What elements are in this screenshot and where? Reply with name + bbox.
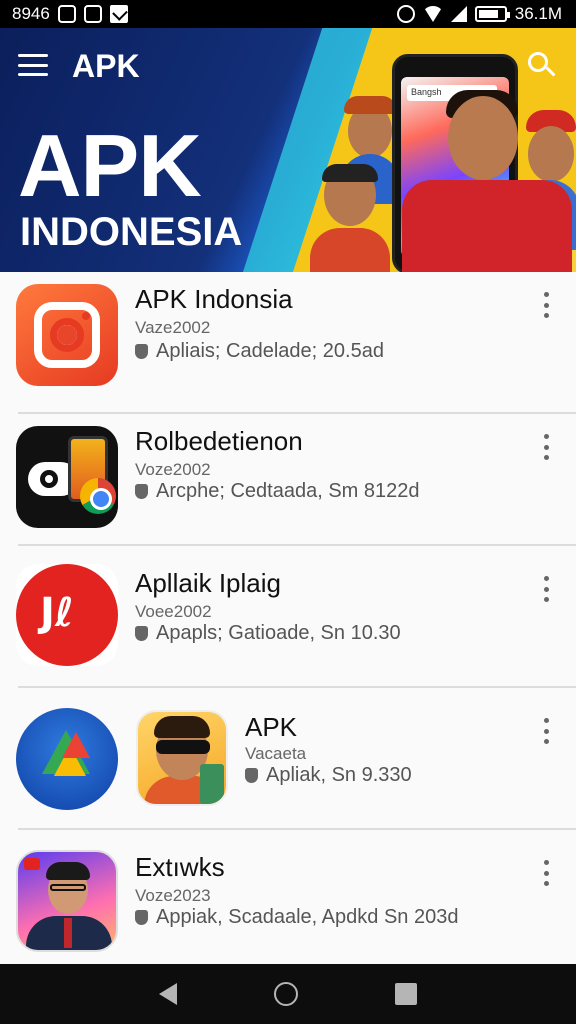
signal-icon <box>450 6 467 22</box>
app-list: APK Indonsia Vaze2002 Apliais; Cadelade;… <box>0 272 576 964</box>
app-meta: Appiak, Scadaale, Apdkd Sn 203d <box>135 906 458 929</box>
status-left: 8946 <box>12 4 128 24</box>
mail-icon <box>109 5 128 23</box>
app-meta: Apapls; Gatioade, Sn 10.30 <box>135 622 401 645</box>
status-right: 36.1M <box>396 4 562 24</box>
maps-app-icon[interactable] <box>16 708 118 810</box>
hero-title: APK <box>18 116 202 215</box>
app-meta-text: Appiak, Scadaale, Apdkd Sn 203d <box>156 906 459 928</box>
more-options-button[interactable] <box>538 576 554 602</box>
person-illustration <box>310 164 390 272</box>
status-bar: 8946 36.1M <box>0 0 576 28</box>
app-name: Rolbedetienon <box>135 426 303 456</box>
shield-icon <box>245 768 258 783</box>
news-app-icon[interactable] <box>16 850 118 952</box>
shield-icon <box>135 626 148 641</box>
hero-banner: APK APK INDONESIA Bangsh <box>0 28 576 272</box>
status-time: 8946 <box>12 4 50 23</box>
app-name: APK <box>245 712 298 742</box>
wifi-icon <box>422 6 443 22</box>
list-item[interactable]: Rolbedetienon Voze2002 Arcphe; Cedtaada,… <box>0 404 576 546</box>
hero-subtitle: INDONESIA <box>20 210 243 254</box>
list-item[interactable]: APK Indonsia Vaze2002 Apliais; Cadelade;… <box>0 272 576 414</box>
app-meta-text: Apapls; Gatioade, Sn 10.30 <box>156 622 401 644</box>
more-options-button[interactable] <box>538 434 554 460</box>
shield-icon <box>135 344 148 359</box>
person-illustration <box>402 88 572 272</box>
recent-apps-button[interactable] <box>395 983 418 1005</box>
home-button[interactable] <box>273 982 298 1006</box>
app-version: Vacaeta <box>245 744 307 763</box>
back-button[interactable] <box>158 983 177 1005</box>
app-meta-text: Apliais; Cadelade; 20.5ad <box>156 340 384 362</box>
app-version: Voee2002 <box>135 602 212 621</box>
app-name: Apllaik Iplaig <box>135 568 281 598</box>
more-options-button[interactable] <box>538 860 554 886</box>
app-meta-text: Arcphe; Cedtaada, Sm 8122d <box>156 480 420 502</box>
app-title: APK <box>72 48 140 84</box>
list-item[interactable]: Jℓ Apllaik Iplaig Voee2002 Apapls; Gatio… <box>0 546 576 688</box>
navigation-bar <box>0 964 576 1024</box>
app-meta: Apliais; Cadelade; 20.5ad <box>135 340 384 363</box>
face-app-icon[interactable] <box>136 710 228 806</box>
alarm-icon <box>57 5 76 23</box>
list-item[interactable]: Extıwks Voze2023 Appiak, Scadaale, Apdkd… <box>0 830 576 972</box>
app-name: APK Indonsia <box>135 284 293 314</box>
app-version: Voze2023 <box>135 886 211 905</box>
app-version: Vaze2002 <box>135 318 211 337</box>
battery-text: 36.1M <box>514 4 562 23</box>
search-button[interactable] <box>528 52 556 80</box>
cast-icon <box>83 5 102 23</box>
app-meta: Arcphe; Cedtaada, Sm 8122d <box>135 480 420 503</box>
app-name: Extıwks <box>135 852 225 882</box>
battery-icon <box>474 6 510 22</box>
more-options-button[interactable] <box>538 292 554 318</box>
more-options-button[interactable] <box>538 718 554 744</box>
red-app-icon[interactable]: Jℓ <box>16 564 118 666</box>
camera-app-icon[interactable] <box>16 284 118 386</box>
shield-icon <box>135 484 148 499</box>
shield-icon <box>135 910 148 925</box>
menu-button[interactable] <box>18 54 48 76</box>
app-meta-text: Apliak, Sn 9.330 <box>266 764 412 786</box>
silent-icon <box>396 5 415 23</box>
app-meta: Apliak, Sn 9.330 <box>245 764 412 787</box>
list-item[interactable]: APK Vacaeta Apliak, Sn 9.330 <box>0 688 576 830</box>
browser-app-icon[interactable] <box>16 426 118 528</box>
app-version: Voze2002 <box>135 460 211 479</box>
